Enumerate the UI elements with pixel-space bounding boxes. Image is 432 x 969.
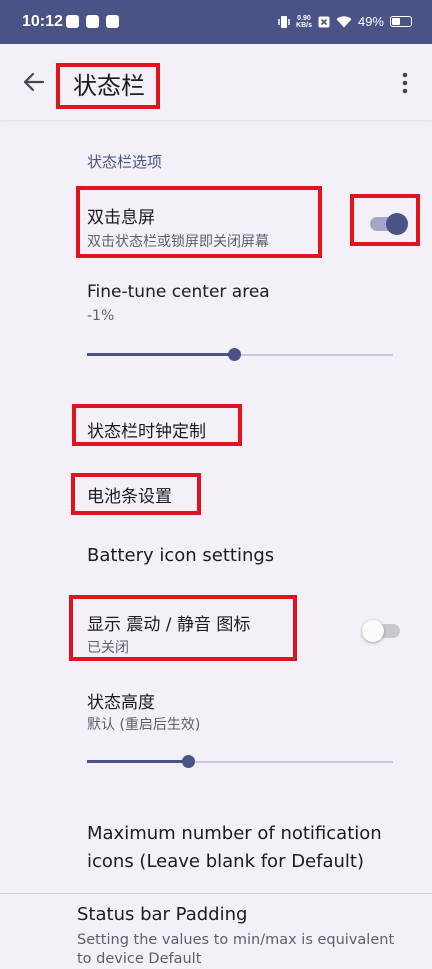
page-title: 状态栏 <box>73 72 145 100</box>
pref-summary: 默认 (重启后生效) <box>87 717 201 733</box>
pref-title: 显示 震动 / 静音 图标 <box>87 615 251 635</box>
close-box-icon <box>318 16 330 27</box>
center-area-slider[interactable] <box>87 345 393 365</box>
mail-icon <box>66 15 79 28</box>
battery-fill <box>392 18 400 25</box>
more-vert-icon[interactable] <box>398 70 412 96</box>
vibrate-icon <box>278 15 290 28</box>
wifi-icon <box>336 15 352 27</box>
toggle-thumb <box>386 213 408 235</box>
pref-summary: 双击状态栏或锁屏即关闭屏幕 <box>87 234 269 250</box>
app-bar: 状态栏 <box>0 44 432 120</box>
status-right-cluster: 0.90 KB/s 49% <box>278 14 412 29</box>
pref-summary: Setting the values to min/max is equival… <box>77 932 395 967</box>
pref-title-line2: icons (Leave blank for Default) <box>87 851 364 872</box>
pref-title: Fine-tune center area <box>87 282 270 302</box>
back-arrow-icon[interactable] <box>20 68 48 96</box>
pref-battery-bar[interactable]: 电池条设置 <box>87 482 172 507</box>
pref-title-line1: Maximum number of notification <box>87 823 382 844</box>
status-height-slider[interactable] <box>87 752 393 772</box>
status-time: 10:12 <box>22 13 63 30</box>
pref-title: 状态高度 <box>87 693 155 713</box>
system-status-bar: 10:12 0.90 KB/s 49% <box>0 0 432 44</box>
slider-thumb[interactable] <box>181 755 195 768</box>
pref-max-notif-icons[interactable]: Maximum number of notification icons (Le… <box>87 820 382 876</box>
tiktok-icon <box>106 15 119 28</box>
pref-value: -1% <box>87 308 115 324</box>
slider-fill <box>87 760 188 763</box>
category-header: 状态栏选项 <box>87 153 163 171</box>
slider-thumb[interactable] <box>227 348 241 361</box>
battery-percent: 49% <box>357 14 384 29</box>
net-speed-unit: KB/s <box>296 21 312 29</box>
toggle-thumb <box>362 620 384 642</box>
battery-icon <box>390 16 412 27</box>
pref-title: Status bar Padding <box>77 904 248 925</box>
pref-summary: 已关闭 <box>87 640 129 656</box>
app-icon <box>86 15 99 28</box>
vibrate-mute-toggle[interactable] <box>362 620 404 642</box>
net-speed-value: 0.90 <box>297 14 311 22</box>
slider-fill <box>87 353 234 356</box>
double-tap-toggle[interactable] <box>370 213 412 235</box>
pref-title: 双击息屏 <box>87 208 155 228</box>
pref-clock-custom[interactable]: 状态栏时钟定制 <box>87 417 206 442</box>
pref-battery-icon[interactable]: Battery icon settings <box>87 542 274 570</box>
net-speed: 0.90 KB/s <box>296 15 312 29</box>
divider <box>0 893 432 894</box>
